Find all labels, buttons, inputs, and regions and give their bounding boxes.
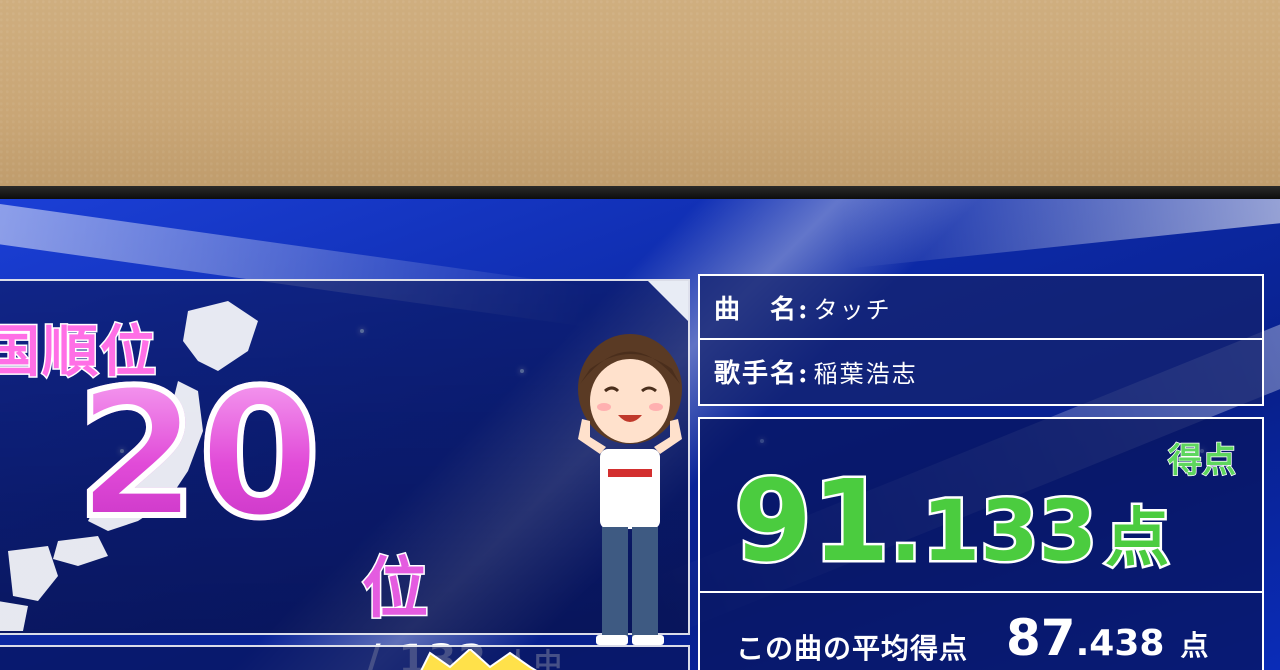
artist-label: 歌手名: bbox=[714, 358, 810, 389]
score-unit: 点 bbox=[1103, 500, 1172, 579]
light-ray bbox=[840, 199, 1280, 269]
tv-bezel bbox=[0, 186, 1280, 200]
score-panel: 得点 91.133 点 bbox=[698, 417, 1264, 593]
artist-value: 稲葉浩志 bbox=[813, 359, 918, 388]
panel-corner bbox=[648, 281, 688, 321]
song-info-panel: 曲 名: タッチ 歌手名: 稲葉浩志 bbox=[698, 274, 1264, 406]
average-unit: 点 bbox=[1180, 629, 1209, 662]
avatar bbox=[578, 334, 682, 645]
artist-row: 歌手名: 稲葉浩志 bbox=[700, 340, 1262, 402]
average-score-value: 87.438 点 bbox=[1006, 609, 1208, 667]
crown-icon bbox=[420, 649, 537, 670]
song-title-row: 曲 名: タッチ bbox=[700, 276, 1262, 340]
rank-number: 20 bbox=[73, 352, 324, 557]
score-decimal: .133 bbox=[887, 480, 1099, 583]
song-title-value: タッチ bbox=[813, 295, 892, 324]
score-label: 得点 bbox=[1167, 440, 1237, 482]
average-integer: 87 bbox=[1006, 609, 1076, 667]
score-integer: 91 bbox=[732, 455, 893, 590]
rank-unit: 位 bbox=[361, 549, 430, 629]
average-score-label: この曲の平均得点 bbox=[736, 632, 969, 665]
average-decimal: .438 bbox=[1075, 623, 1165, 664]
average-score-panel: この曲の平均得点 87.438 点 bbox=[698, 591, 1264, 670]
song-title-label: 曲 名: bbox=[714, 294, 810, 325]
score-value: 91.133 点 bbox=[732, 455, 1172, 590]
wall-background bbox=[0, 0, 1280, 192]
karaoke-result-screen: 国順位 20 位 / 132 人中 曲 名: タッチ bbox=[0, 199, 1280, 670]
